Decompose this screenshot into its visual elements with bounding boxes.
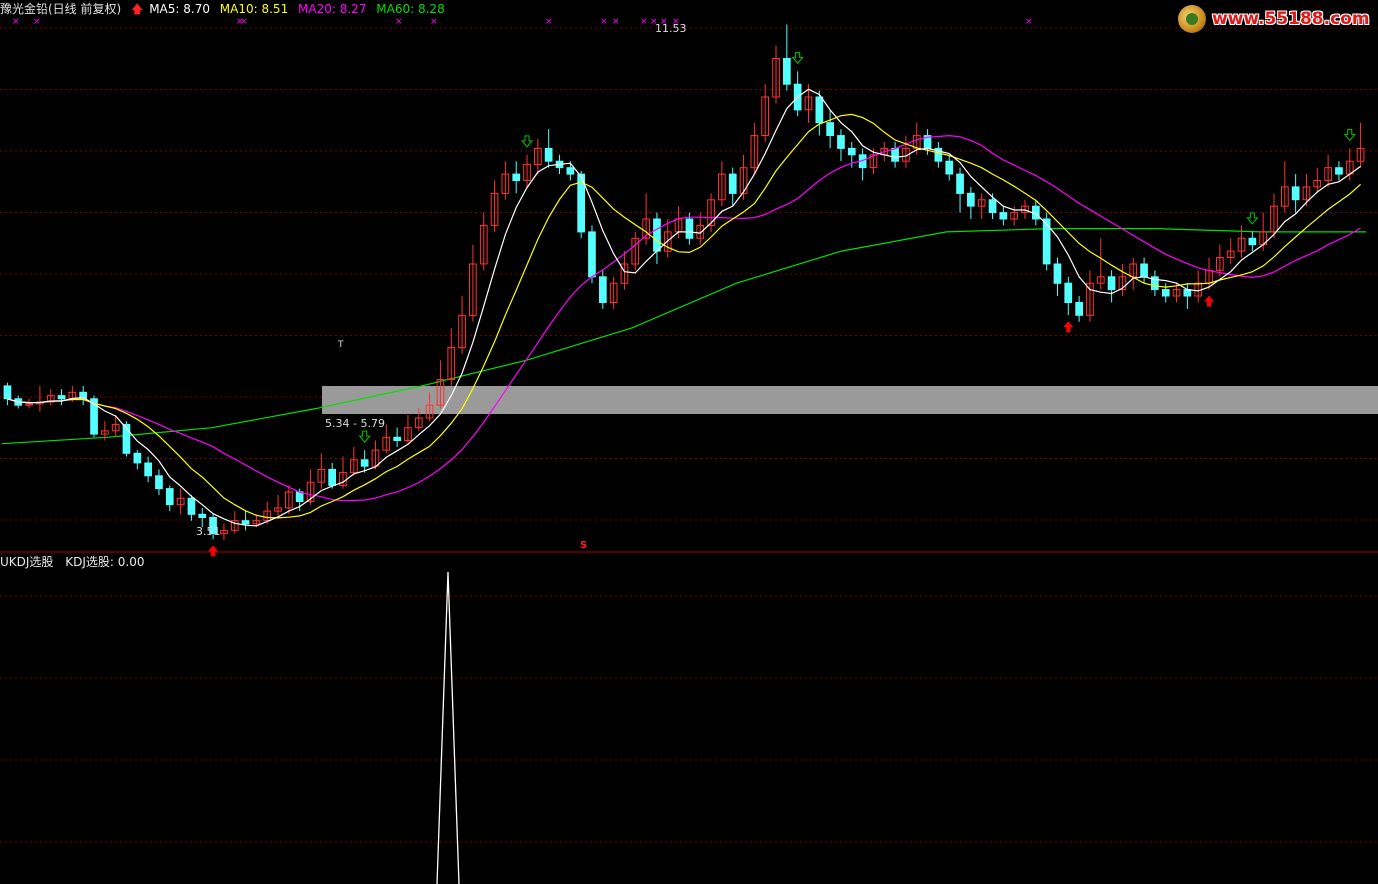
candle-down: [512, 173, 521, 182]
high-price-label: 11.53: [655, 22, 687, 35]
candle-down: [1291, 186, 1300, 201]
signal-x-marker: ×: [240, 17, 248, 27]
candle-down: [133, 452, 142, 464]
candle-down: [728, 173, 737, 194]
buy-arrow-icon: [208, 545, 219, 557]
sell-arrow-icon: [1343, 128, 1356, 142]
candle-down: [144, 462, 153, 477]
candle-down: [783, 58, 791, 85]
candle-down: [187, 497, 196, 515]
stock-chart-window: × × × × × × × × × × × × × × 豫光金铅(日线 前复权) 🡅 MA5: 8.70 …: [0, 0, 1378, 884]
support-band: [322, 386, 1378, 414]
sell-arrow-icon: [1246, 212, 1259, 225]
candle-down: [653, 218, 661, 252]
price-chart[interactable]: × × ×× × × × × × × × × × ×: [0, 0, 1378, 884]
signal-x-marker: ×: [430, 17, 438, 27]
candle-down: [57, 395, 66, 400]
candle-down: [685, 218, 694, 239]
buy-arrow-icon: [1063, 321, 1074, 333]
sell-arrow-icon: [358, 430, 371, 443]
signal-x-marker: ×: [33, 17, 41, 27]
candle-down: [826, 122, 834, 136]
candle-down: [1248, 237, 1257, 246]
candle-down: [566, 167, 575, 175]
signal-x-marker: ×: [12, 17, 20, 27]
watermark-logo: www.55188.com: [1178, 3, 1370, 35]
ma5-value: MA5: 8.70: [149, 2, 210, 16]
sell-arrow-icon: [520, 135, 534, 148]
ma10-line: [7, 113, 1362, 519]
candle-down: [360, 459, 369, 467]
ma60-value: MA60: 8.28: [376, 2, 445, 16]
t-marker: T: [338, 340, 344, 350]
candle-down: [891, 147, 899, 162]
candle-down: [599, 276, 607, 303]
logo-emblem-icon: [1178, 5, 1206, 33]
candle-down: [967, 192, 975, 207]
ma20-line: [7, 134, 1361, 502]
indicator-header: UKDJ选股 KDJ选股: 0.00: [0, 554, 153, 570]
candle-down: [155, 475, 163, 490]
signal-x-marker: ×: [640, 17, 648, 27]
band-range-label: 5.34 - 5.79: [325, 417, 385, 430]
candle-down: [328, 468, 336, 486]
candle-down: [1075, 302, 1084, 316]
candle-down: [3, 385, 12, 400]
indicator-value: KDJ选股: 0.00: [65, 555, 145, 569]
signal-x-marker: ×: [545, 17, 553, 27]
candle-down: [1042, 218, 1051, 265]
signal-x-marker: ×: [600, 17, 608, 27]
kdj-spike-line: [436, 571, 460, 884]
candle-down: [956, 173, 964, 194]
low-price-label: 3.51: [196, 525, 221, 538]
ma5-line: [7, 88, 1361, 527]
candle-down: [1183, 289, 1192, 297]
signal-x-marker: ×: [612, 17, 620, 27]
up-arrow-icon: 🡅: [131, 2, 144, 16]
candle-down: [198, 513, 207, 518]
candle-down: [988, 199, 997, 214]
candle-down: [1053, 263, 1062, 284]
sell-arrow-icon: [791, 51, 804, 65]
ma20-value: MA20: 8.27: [298, 2, 367, 16]
candle-down: [544, 147, 553, 162]
candle-down: [393, 436, 401, 441]
candle-down: [1161, 289, 1170, 297]
candle-down: [1140, 263, 1148, 278]
candle-down: [1064, 282, 1073, 304]
buy-arrow-icon: [1204, 295, 1215, 307]
indicator-name: UKDJ选股: [0, 555, 54, 569]
candle-down: [1107, 276, 1116, 291]
ma10-value: MA10: 8.51: [219, 2, 289, 16]
candle-down: [945, 160, 954, 175]
candle-down: [241, 520, 250, 525]
s-marker[interactable]: S: [580, 540, 587, 551]
candle-down: [837, 135, 845, 149]
watermark-text: www.55188.com: [1212, 9, 1370, 29]
stock-name: 豫光金铅(日线 前复权): [0, 2, 122, 16]
signal-x-marker: ×: [395, 17, 403, 27]
candle-down: [1335, 167, 1343, 175]
candle-down: [815, 96, 824, 124]
chart-header: 豫光金铅(日线 前复权) 🡅 MA5: 8.70 MA10: 8.51 MA20…: [0, 1, 451, 17]
candle-down: [847, 147, 856, 156]
candle-down: [588, 231, 596, 278]
signal-x-marker: ×: [1025, 17, 1033, 27]
candle-down: [165, 488, 174, 506]
candle-down: [999, 212, 1008, 220]
